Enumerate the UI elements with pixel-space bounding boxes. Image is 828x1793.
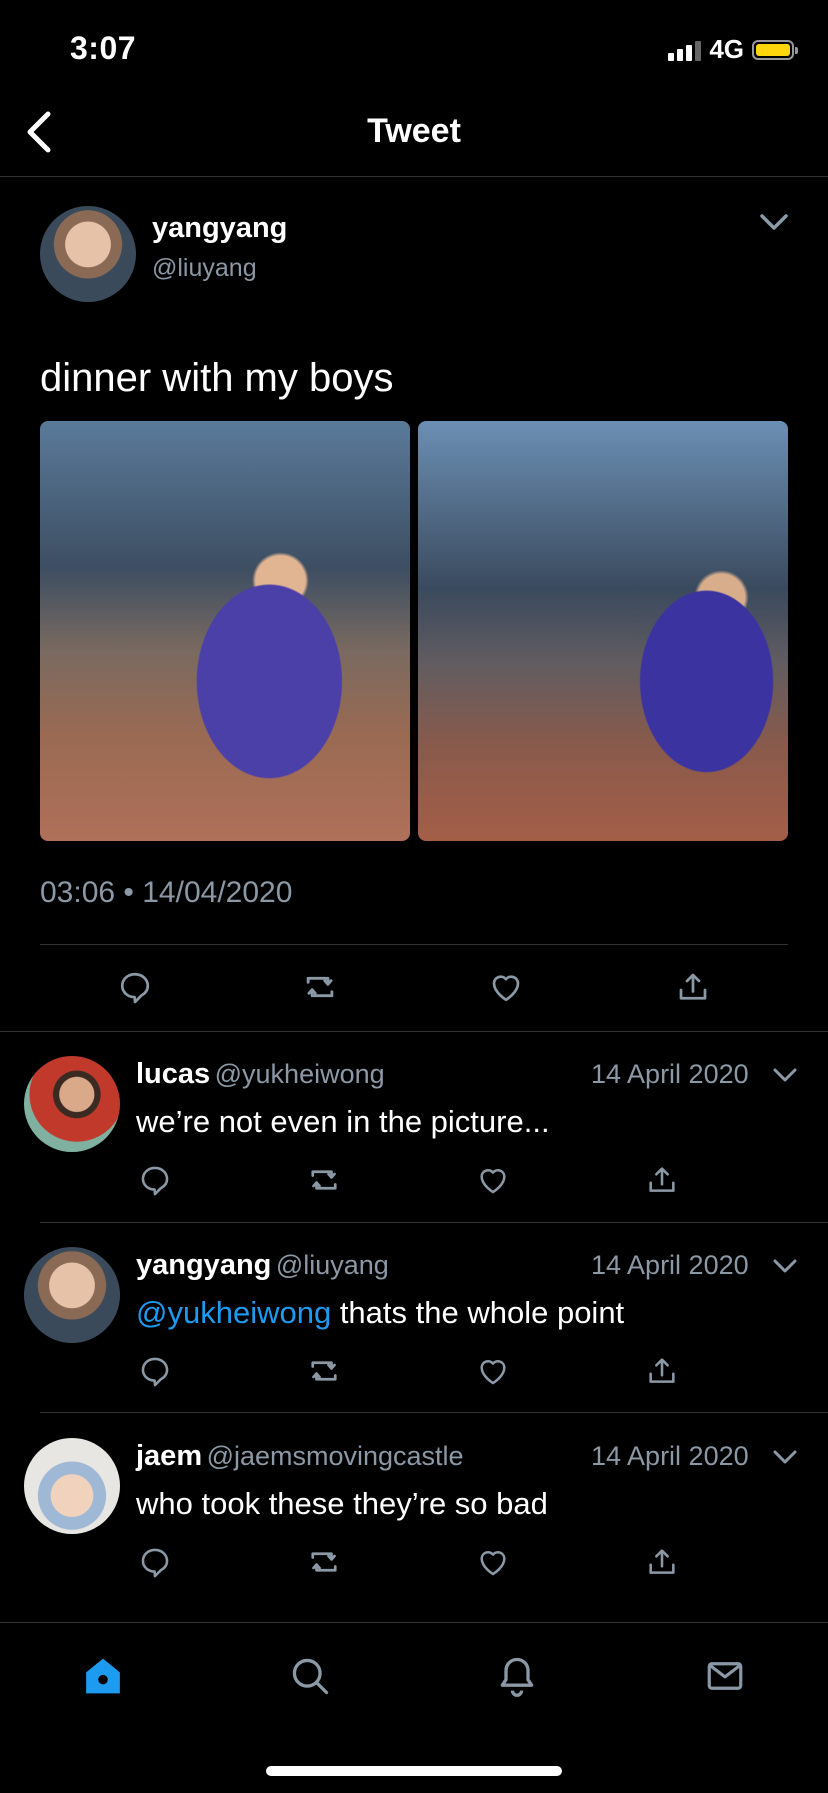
tweet-photo-1[interactable]: [40, 421, 410, 841]
reply-header: lucas @yukheiwong: [136, 1058, 385, 1091]
author-name[interactable]: yangyang: [152, 212, 287, 245]
reply-options-button[interactable]: [770, 1062, 800, 1088]
divider: [40, 944, 788, 945]
reply-text: we’re not even in the picture...: [136, 1104, 550, 1140]
reply-icon: [120, 972, 150, 1004]
author-handle[interactable]: @liuyang: [152, 254, 257, 283]
tweet-text: dinner with my boys: [40, 356, 394, 400]
share-icon: [679, 973, 707, 1000]
search-icon: [292, 1658, 329, 1695]
reply-text: @yukheiwong thats the whole point: [136, 1295, 624, 1331]
like-icon: [492, 975, 520, 1002]
retweet-icon: [311, 1170, 337, 1190]
retweet-icon: [306, 976, 334, 998]
reply-body: who took these they’re so bad: [136, 1486, 548, 1521]
page-title: Tweet: [367, 112, 461, 150]
chevron-down-icon: [760, 214, 788, 230]
like-icon: [480, 1359, 506, 1385]
reply-button[interactable]: [133, 1158, 177, 1202]
reply-icon: [141, 1357, 169, 1387]
reply-text: who took these they’re so bad: [136, 1486, 548, 1522]
notifications-icon: [500, 1657, 534, 1697]
share-button[interactable]: [640, 1540, 684, 1584]
like-icon: [480, 1550, 506, 1576]
network-label: 4G: [709, 34, 744, 64]
reply-author-name[interactable]: lucas: [136, 1058, 210, 1090]
reply-date: 14 April 2020: [591, 1059, 749, 1089]
tab-messages[interactable]: [700, 1651, 750, 1701]
avatar[interactable]: [24, 1056, 120, 1152]
divider: [40, 1412, 828, 1413]
tab-search[interactable]: [285, 1651, 335, 1701]
retweet-button[interactable]: [302, 1349, 346, 1393]
reply-author-handle[interactable]: @liuyang: [276, 1250, 389, 1280]
retweet-button[interactable]: [295, 962, 345, 1012]
divider: [40, 1222, 828, 1223]
avatar[interactable]: [40, 206, 136, 302]
share-icon: [649, 1358, 675, 1383]
reply-author-handle[interactable]: @yukheiwong: [215, 1059, 385, 1089]
like-button[interactable]: [471, 1349, 515, 1393]
reply-author-handle[interactable]: @jaemsmovingcastle: [207, 1441, 464, 1471]
reply-date: 14 April 2020: [591, 1441, 749, 1471]
reply-author-name[interactable]: jaem: [136, 1440, 202, 1472]
reply-author-name[interactable]: yangyang: [136, 1249, 271, 1281]
avatar[interactable]: [24, 1438, 120, 1534]
reply-button[interactable]: [133, 1540, 177, 1584]
home-indicator: [266, 1766, 562, 1776]
reply-mention[interactable]: @yukheiwong: [136, 1295, 331, 1330]
share-icon: [649, 1549, 675, 1574]
signal-icon: [668, 39, 702, 61]
tab-home[interactable]: [78, 1651, 128, 1701]
chevron-down-icon: [773, 1259, 797, 1273]
share-button[interactable]: [640, 1349, 684, 1393]
chevron-down-icon: [773, 1450, 797, 1464]
divider: [0, 1031, 828, 1032]
like-button[interactable]: [471, 1540, 515, 1584]
share-button[interactable]: [640, 1158, 684, 1202]
reply-header: yangyang @liuyang: [136, 1249, 389, 1282]
reply-button[interactable]: [110, 962, 160, 1012]
retweet-button[interactable]: [302, 1540, 346, 1584]
tweet-timestamp: 03:06 • 14/04/2020: [40, 876, 293, 909]
tweet-options-button[interactable]: [756, 208, 792, 236]
reply-button[interactable]: [133, 1349, 177, 1393]
tweet-photo-2[interactable]: [418, 421, 788, 841]
home-icon: [86, 1658, 120, 1694]
reply-icon: [141, 1548, 169, 1578]
share-icon: [649, 1167, 675, 1192]
reply-options-button[interactable]: [770, 1253, 800, 1279]
status-time: 3:07: [70, 30, 137, 66]
like-button[interactable]: [481, 962, 531, 1012]
reply-header: jaem @jaemsmovingcastle: [136, 1440, 464, 1473]
retweet-icon: [311, 1552, 337, 1572]
messages-icon: [707, 1662, 743, 1690]
chevron-down-icon: [773, 1068, 797, 1082]
retweet-button[interactable]: [302, 1158, 346, 1202]
battery-icon: [752, 39, 798, 60]
reply-icon: [141, 1166, 169, 1196]
reply-body: we’re not even in the picture...: [136, 1104, 550, 1139]
like-icon: [480, 1168, 506, 1194]
tab-notifications[interactable]: [492, 1651, 542, 1701]
avatar[interactable]: [24, 1247, 120, 1343]
share-button[interactable]: [668, 962, 718, 1012]
reply-date: 14 April 2020: [591, 1250, 749, 1280]
reply-options-button[interactable]: [770, 1444, 800, 1470]
like-button[interactable]: [471, 1158, 515, 1202]
retweet-icon: [311, 1361, 337, 1381]
reply-body: thats the whole point: [331, 1295, 625, 1330]
status-indicators: 4G: [668, 34, 798, 65]
header: Tweet: [0, 100, 828, 177]
